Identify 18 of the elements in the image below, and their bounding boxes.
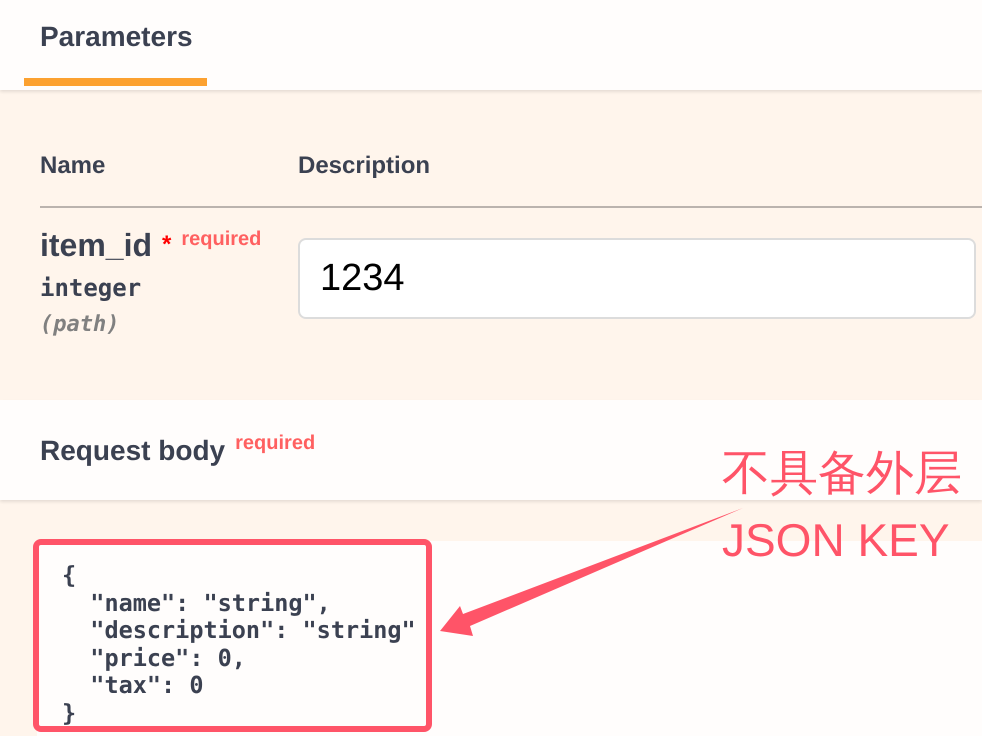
code-line: "tax": 0 — [89, 672, 204, 700]
code-line: "name": "string", — [89, 590, 331, 618]
column-header: Description — [298, 152, 430, 180]
code-line: } — [62, 700, 76, 728]
section-title: Request body — [40, 435, 226, 467]
parameter-type: integer — [40, 274, 142, 302]
code-line: "description": "string" — [89, 617, 416, 645]
required-label: required — [181, 228, 262, 250]
code-line: { — [62, 562, 76, 590]
required-asterisk: * — [162, 234, 172, 256]
annotation-text: 不具备外层 — [722, 446, 962, 502]
parameter-name: item_id — [40, 227, 152, 263]
required-label: required — [235, 432, 316, 454]
parameter-input[interactable]: 1234 — [298, 238, 976, 319]
parameter-location: (path) — [40, 311, 120, 339]
code-line: "price": 0, — [89, 644, 246, 672]
column-header: Name — [40, 152, 106, 180]
annotation-text: JSON KEY — [722, 513, 950, 568]
